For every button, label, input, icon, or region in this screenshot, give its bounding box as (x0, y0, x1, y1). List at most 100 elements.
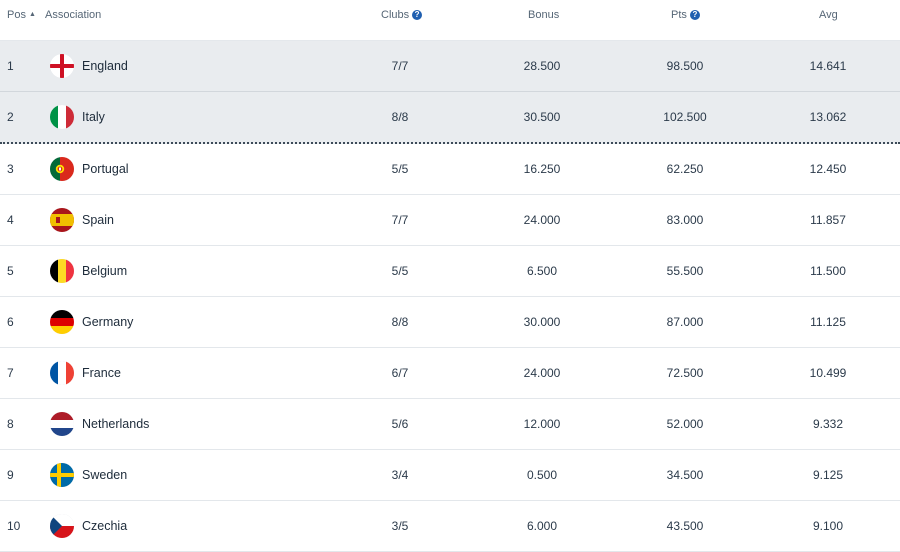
avg-header-label: Avg (819, 9, 838, 21)
association-name[interactable]: Spain (82, 195, 114, 245)
position-cell: 8 (7, 417, 14, 431)
avg-cell: 9.100 (812, 519, 844, 533)
clubs-cell: 5/6 (391, 417, 409, 431)
avg-cell: 11.857 (810, 213, 846, 227)
pts-cell: 34.500 (666, 468, 704, 482)
table-row[interactable]: 10 Czechia 3/5 6.000 43.500 9.100 (0, 501, 900, 552)
clubs-column-header[interactable]: Clubs ? (381, 0, 423, 30)
flag-cell (50, 144, 74, 194)
clubs-cell: 3/4 (391, 468, 409, 482)
france-flag-icon (50, 361, 74, 385)
bonus-cell: 6.500 (526, 264, 558, 278)
bonus-cell: 28.500 (523, 59, 561, 73)
position-cell: 2 (7, 110, 14, 124)
italy-flag-icon (50, 105, 74, 129)
clubs-cell: 7/7 (391, 213, 409, 227)
flag-cell (50, 41, 74, 91)
flag-cell (50, 501, 74, 551)
position-cell: 6 (7, 315, 14, 329)
flag-cell (50, 297, 74, 347)
table-row[interactable]: 7 France 6/7 24.000 72.500 10.499 (0, 348, 900, 399)
association-name[interactable]: England (82, 41, 128, 91)
flag-cell (50, 195, 74, 245)
avg-cell: 9.125 (812, 468, 844, 482)
position-cell: 7 (7, 366, 14, 380)
sort-ascending-icon[interactable]: ▲ (29, 0, 36, 30)
clubs-help-icon[interactable]: ? (412, 10, 423, 20)
pts-cell: 55.500 (666, 264, 704, 278)
avg-column-header[interactable]: Avg (819, 0, 838, 30)
association-header-label: Association (45, 9, 102, 21)
association-name[interactable]: France (82, 348, 121, 398)
pos-column-header[interactable]: Pos ▲ (7, 0, 36, 30)
clubs-cell: 3/5 (391, 519, 409, 533)
position-cell: 5 (7, 264, 14, 278)
clubs-cell: 8/8 (391, 110, 409, 124)
association-name[interactable]: Portugal (82, 144, 129, 194)
association-name[interactable]: Italy (82, 92, 105, 142)
flag-cell (50, 450, 74, 500)
pts-cell: 98.500 (666, 59, 704, 73)
bonus-cell: 16.250 (523, 162, 561, 176)
flag-cell (50, 92, 74, 142)
bonus-cell: 30.000 (523, 315, 561, 329)
sweden-flag-icon (50, 463, 74, 487)
position-cell: 10 (7, 519, 21, 533)
avg-cell: 13.062 (809, 110, 847, 124)
netherlands-flag-icon (50, 412, 74, 436)
table-row[interactable]: 6 Germany 8/8 30.000 87.000 11.125 (0, 297, 900, 348)
avg-cell: 12.450 (809, 162, 847, 176)
avg-cell: 9.332 (812, 417, 844, 431)
pos-header-label: Pos (7, 9, 26, 21)
flag-cell (50, 399, 74, 449)
position-cell: 4 (7, 213, 14, 227)
clubs-cell: 7/7 (391, 59, 409, 73)
flag-cell (50, 348, 74, 398)
position-cell: 1 (7, 59, 14, 73)
avg-cell: 10.499 (809, 366, 847, 380)
pts-cell: 72.500 (666, 366, 704, 380)
table-row[interactable]: 2 Italy 8/8 30.500 102.500 13.062 (0, 92, 900, 144)
bonus-header-label: Bonus (528, 9, 560, 21)
pts-cell: 87.000 (666, 315, 704, 329)
association-name[interactable]: Germany (82, 297, 133, 347)
bonus-cell: 24.000 (523, 213, 561, 227)
table-row[interactable]: 4 Spain 7/7 24.000 83.000 11.857 (0, 195, 900, 246)
pts-cell: 102.500 (663, 110, 707, 124)
association-name[interactable]: Belgium (82, 246, 127, 296)
table-row[interactable]: 5 Belgium 5/5 6.500 55.500 11.500 (0, 246, 900, 297)
association-ranking-table: Pos ▲ Association Clubs ? Bonus Pts ? Av… (0, 0, 900, 552)
association-name[interactable]: Sweden (82, 450, 127, 500)
pts-cell: 62.250 (666, 162, 704, 176)
association-name[interactable]: Czechia (82, 501, 127, 551)
association-name[interactable]: Netherlands (82, 399, 149, 449)
clubs-cell: 6/7 (391, 366, 409, 380)
bonus-cell: 6.000 (526, 519, 558, 533)
table-body: 1 England 7/7 28.500 98.500 14.641 2 Italy 8/8 30… (0, 41, 900, 552)
germany-flag-icon (50, 310, 74, 334)
association-column-header[interactable]: Association (45, 0, 101, 30)
bonus-column-header[interactable]: Bonus (528, 0, 559, 30)
england-flag-icon (50, 54, 74, 78)
pts-header-label: Pts (671, 9, 687, 21)
table-row[interactable]: 9 Sweden 3/4 0.500 34.500 9.125 (0, 450, 900, 501)
table-row[interactable]: 1 England 7/7 28.500 98.500 14.641 (0, 41, 900, 92)
bonus-cell: 0.500 (526, 468, 558, 482)
pts-cell: 83.000 (666, 213, 704, 227)
table-row[interactable]: 3 Portugal 5/5 16.250 62.250 12.450 (0, 144, 900, 195)
bonus-cell: 12.000 (523, 417, 561, 431)
spain-flag-icon (50, 208, 74, 232)
position-cell: 9 (7, 468, 14, 482)
position-cell: 3 (7, 162, 14, 176)
bonus-cell: 24.000 (523, 366, 561, 380)
pts-help-icon[interactable]: ? (689, 10, 700, 20)
pts-column-header[interactable]: Pts ? (671, 0, 700, 30)
czechia-flag-icon (50, 514, 74, 538)
clubs-header-label: Clubs (381, 9, 410, 21)
clubs-cell: 8/8 (391, 315, 409, 329)
bonus-cell: 30.500 (523, 110, 561, 124)
portugal-flag-icon (50, 157, 74, 181)
table-header: Pos ▲ Association Clubs ? Bonus Pts ? Av… (0, 0, 900, 41)
table-row[interactable]: 8 Netherlands 5/6 12.000 52.000 9.332 (0, 399, 900, 450)
avg-cell: 11.125 (810, 315, 846, 329)
